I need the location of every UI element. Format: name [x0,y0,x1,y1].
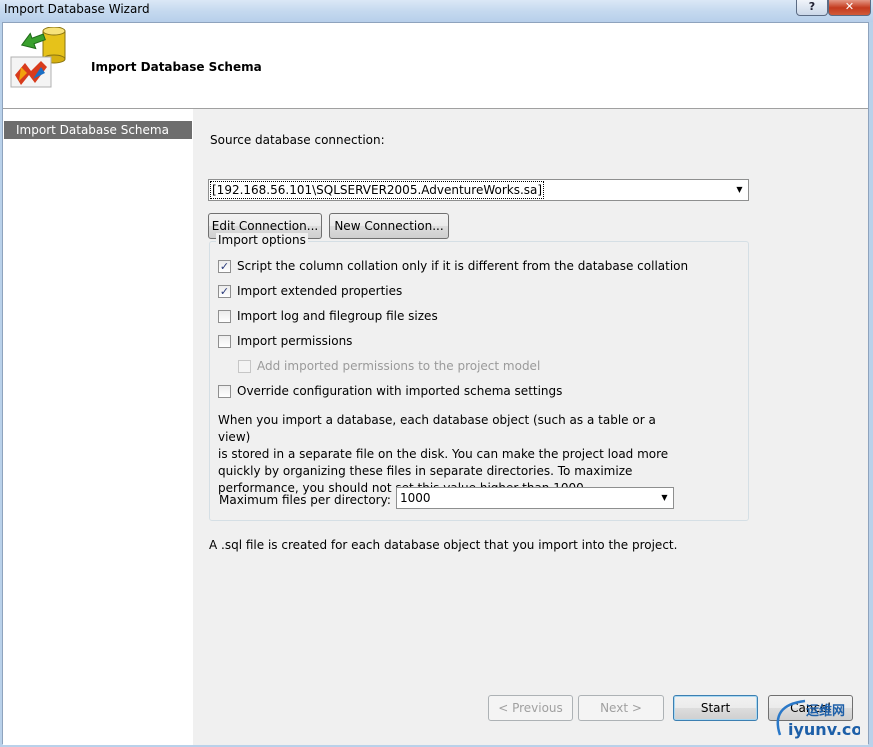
wizard-content: Source database connection: [192.168.56.… [193,109,868,673]
previous-button[interactable]: < Previous [488,695,573,721]
window-title: Import Database Wizard [4,2,150,16]
import-options-description: When you import a database, each databas… [218,412,688,497]
checkbox[interactable]: ✓ [218,285,231,298]
wizard-footer: < Previous Next > Start Cancel [193,673,868,745]
next-button[interactable]: Next > [578,695,664,721]
wizard-nav: Import Database Schema [3,109,193,745]
nav-item-import-database-schema[interactable]: Import Database Schema [4,121,192,139]
svg-text:iyunv.com: iyunv.com [788,720,860,739]
source-connection-value: [192.168.56.101\SQLSERVER2005.AdventureW… [209,181,545,199]
option-label: Import permissions [237,334,353,348]
page-title: Import Database Schema [91,60,262,74]
option-label: Add imported permissions to the project … [257,359,541,373]
option-label: Override configuration with imported sch… [237,384,563,398]
database-import-icon [10,27,66,88]
watermark-logo: 运维网 iyunv.com [776,699,860,739]
description-line: quickly by organizing these files in sep… [218,464,633,478]
option-label: Script the column collation only if it i… [237,259,689,273]
close-icon: ✕ [844,0,855,13]
description-line: When you import a database, each databas… [218,413,656,444]
checkbox[interactable]: ✓ [218,260,231,273]
checkbox[interactable] [218,310,231,323]
source-connection-combo[interactable]: [192.168.56.101\SQLSERVER2005.AdventureW… [208,179,749,201]
help-button[interactable]: ? [796,0,828,16]
wizard-header: Import Database Schema [3,23,868,108]
max-files-value: 1000 [400,491,431,505]
checkbox [238,360,251,373]
svg-text:运维网: 运维网 [806,703,845,719]
sql-file-note: A .sql file is created for each database… [209,538,678,552]
source-connection-label: Source database connection: [210,133,385,147]
import-options-legend: Import options [216,233,308,247]
max-files-label: Maximum files per directory: [219,493,391,507]
description-line: is stored in a separate file on the disk… [218,447,669,461]
max-files-combo[interactable]: 1000 ▼ [396,487,674,509]
wizard-client-area: Import Database Schema Import Database S… [2,22,869,745]
checkbox[interactable] [218,385,231,398]
chevron-down-icon[interactable]: ▼ [731,180,748,200]
help-icon: ? [808,0,816,13]
title-bar: Import Database Wizard ? ✕ [0,0,873,22]
chevron-down-icon[interactable]: ▼ [656,488,673,508]
close-button[interactable]: ✕ [828,0,871,16]
option-label: Import log and filegroup file sizes [237,309,438,323]
start-button[interactable]: Start [673,695,758,721]
option-label: Import extended properties [237,284,403,298]
new-connection-button[interactable]: New Connection... [329,213,449,239]
import-options-group: Import options ✓ Script the column colla… [209,233,749,521]
checkbox[interactable] [218,335,231,348]
